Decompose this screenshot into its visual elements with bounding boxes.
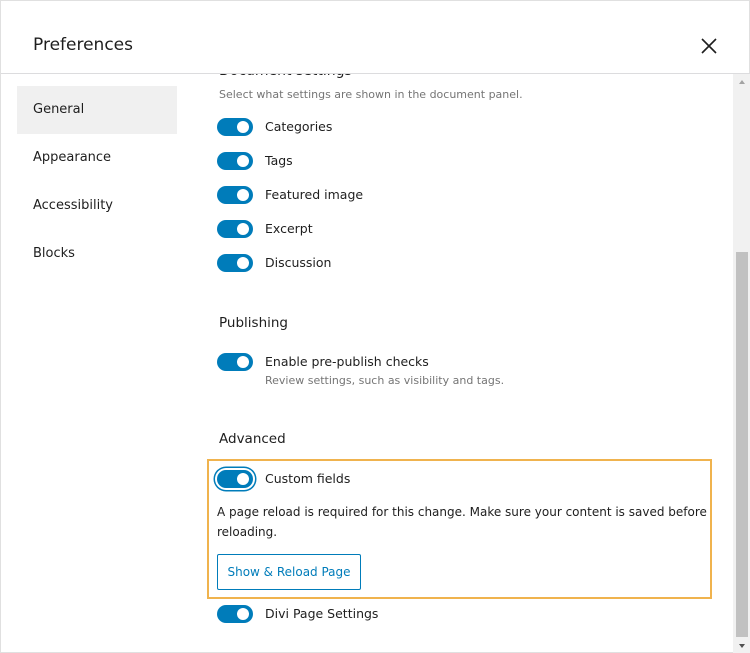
advanced-heading: Advanced xyxy=(219,431,286,447)
scroll-up-arrow[interactable] xyxy=(733,74,750,90)
toggle-knob xyxy=(237,155,249,167)
toggle-knob xyxy=(237,356,249,368)
excerpt-label[interactable]: Excerpt xyxy=(265,220,313,238)
divi-page-settings-toggle[interactable] xyxy=(217,605,253,623)
toggle-knob xyxy=(237,223,249,235)
content-scrollbar[interactable] xyxy=(733,74,750,653)
modal-title: Preferences xyxy=(33,35,133,55)
preferences-sidebar: General Appearance Accessibility Blocks xyxy=(1,74,191,653)
discussion-label[interactable]: Discussion xyxy=(265,254,331,272)
document-settings-heading: Document settings xyxy=(219,74,352,79)
publishing-heading: Publishing xyxy=(219,315,288,331)
divi-page-settings-label[interactable]: Divi Page Settings xyxy=(265,605,378,623)
document-settings-description: Select what settings are shown in the do… xyxy=(219,88,523,101)
featured-image-label[interactable]: Featured image xyxy=(265,186,363,204)
pre-publish-toggle[interactable] xyxy=(217,353,253,371)
featured-image-toggle[interactable] xyxy=(217,186,253,204)
tab-appearance[interactable]: Appearance xyxy=(17,134,177,182)
chevron-up-icon xyxy=(739,80,745,84)
scroll-thumb[interactable] xyxy=(736,252,748,637)
toggle-knob xyxy=(237,121,249,133)
tags-toggle[interactable] xyxy=(217,152,253,170)
show-reload-page-button[interactable]: Show & Reload Page xyxy=(217,554,361,590)
pre-publish-label[interactable]: Enable pre-publish checks xyxy=(265,353,429,371)
chevron-down-icon xyxy=(739,644,745,648)
tab-general[interactable]: General xyxy=(17,86,177,134)
tab-accessibility[interactable]: Accessibility xyxy=(17,182,177,230)
discussion-toggle[interactable] xyxy=(217,254,253,272)
close-button[interactable] xyxy=(695,32,723,60)
custom-fields-toggle[interactable] xyxy=(217,470,253,488)
close-icon xyxy=(701,38,717,54)
modal-header: Preferences xyxy=(1,1,750,74)
reload-notice: A page reload is required for this chang… xyxy=(217,505,707,539)
tab-blocks[interactable]: Blocks xyxy=(17,230,177,278)
toggle-knob xyxy=(237,257,249,269)
categories-toggle[interactable] xyxy=(217,118,253,136)
pre-publish-help: Review settings, such as visibility and … xyxy=(265,374,505,387)
preferences-content: Document settings Select what settings a… xyxy=(191,74,733,653)
scroll-down-arrow[interactable] xyxy=(733,638,750,653)
toggle-knob xyxy=(237,473,249,485)
categories-label[interactable]: Categories xyxy=(265,118,332,136)
custom-fields-label[interactable]: Custom fields xyxy=(265,470,350,488)
preferences-modal: Preferences General Appearance Accessibi… xyxy=(0,0,750,653)
toggle-knob xyxy=(237,189,249,201)
tags-label[interactable]: Tags xyxy=(265,152,293,170)
toggle-knob xyxy=(237,608,249,620)
excerpt-toggle[interactable] xyxy=(217,220,253,238)
